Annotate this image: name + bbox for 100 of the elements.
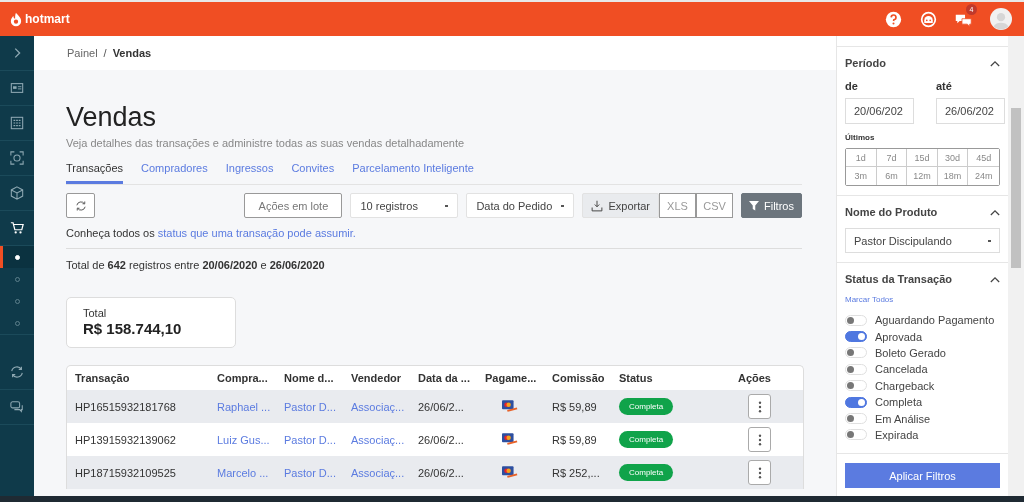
records-summary: Total de 642 registros entre 20/06/2020 e 26/06/2020 <box>66 259 326 271</box>
column-header[interactable]: Ações <box>719 372 771 384</box>
section-title: Período <box>845 57 886 69</box>
seller-link[interactable]: Associaç... <box>351 433 418 446</box>
export-format-button[interactable]: CSV <box>696 193 733 218</box>
section-title: Status da Transação <box>845 273 952 285</box>
column-header[interactable]: Transação <box>75 372 217 384</box>
column-header[interactable]: Nome d... <box>284 372 351 384</box>
tab[interactable]: Parcelamento Inteligente <box>352 160 474 184</box>
column-header[interactable]: Compra... <box>217 372 284 384</box>
credit-card-icon <box>501 400 518 413</box>
option-label: Aprovada <box>875 330 923 343</box>
credit-card-icon <box>501 433 518 446</box>
range-button[interactable]: 30d <box>937 149 969 167</box>
refresh-icon <box>10 365 24 379</box>
filters-button[interactable]: Filtros <box>741 193 802 218</box>
total-value: R$ 158.744,10 <box>83 320 183 337</box>
column-header[interactable]: Status <box>619 372 719 384</box>
credit-card-icon <box>501 466 518 479</box>
range-button[interactable]: 45d <box>968 149 999 167</box>
scrollbar[interactable] <box>1008 36 1024 496</box>
breadcrumb-separator: / <box>103 47 107 59</box>
option-label: Chargeback <box>875 379 935 392</box>
buyer-link[interactable]: Raphael ... <box>217 400 284 413</box>
range-button[interactable]: 1d <box>846 149 877 167</box>
buyer-link[interactable]: Luiz Gus... <box>217 433 284 446</box>
more-actions-button[interactable] <box>748 460 771 485</box>
table-cell-text: R$ 252,... <box>552 466 601 479</box>
cube-icon <box>10 186 24 200</box>
export-button[interactable]: Exportar <box>582 193 659 218</box>
product-select[interactable]: Pastor Discipulando <box>845 228 1000 253</box>
filter-icon <box>749 200 759 211</box>
range-button[interactable]: 15d <box>907 149 938 167</box>
kebab-icon <box>757 466 762 479</box>
grid-icon <box>10 116 24 130</box>
tab[interactable]: Transações <box>66 160 124 184</box>
product-link[interactable]: Pastor D... <box>284 433 351 446</box>
kebab-icon <box>757 433 762 446</box>
column-header[interactable]: Comissão <box>552 372 619 384</box>
support-icon[interactable] <box>920 10 937 28</box>
table-cell-text: 26/06/2... <box>418 400 465 413</box>
avatar-icon[interactable] <box>990 8 1012 30</box>
status-badge: Completa <box>619 464 674 481</box>
brand-logo[interactable]: hotmart <box>10 11 70 27</box>
chat-icon <box>10 400 24 414</box>
table-cell-text: HP13915932139062 <box>75 433 177 446</box>
column-header[interactable]: Data da ... <box>418 372 485 384</box>
toggle-switch[interactable] <box>845 396 867 408</box>
date-type-select[interactable]: Data do Pedido <box>466 193 575 218</box>
option-label: Em Análise <box>875 412 931 425</box>
collapse-icon[interactable] <box>990 208 1000 216</box>
tab[interactable]: Compradores <box>141 160 208 184</box>
field-label: até <box>936 80 953 92</box>
range-button[interactable]: 3m <box>846 167 877 185</box>
scan-icon <box>10 151 24 165</box>
records-select[interactable]: 10 registros <box>350 193 459 218</box>
seller-link[interactable]: Associaç... <box>351 466 418 479</box>
option-label: Expirada <box>875 428 919 441</box>
apply-filters-button[interactable]: Aplicar Filtros <box>845 463 1000 488</box>
collapse-icon[interactable] <box>990 59 1000 67</box>
range-button[interactable]: 7d <box>876 149 908 167</box>
download-icon <box>591 199 604 212</box>
more-actions-button[interactable] <box>748 394 771 419</box>
batch-actions-button[interactable]: Ações em lote <box>244 193 343 218</box>
page-title: Vendas <box>66 102 158 133</box>
option-label: Aguardando Pagamento <box>875 314 995 327</box>
collapse-icon[interactable] <box>990 275 1000 283</box>
product-link[interactable]: Pastor D... <box>284 466 351 479</box>
sidebar-item[interactable] <box>0 246 34 268</box>
status-link[interactable]: status que uma transação pode assumir. <box>157 227 356 239</box>
field-label: Últimos <box>845 133 876 142</box>
refresh-icon <box>74 199 87 212</box>
buyer-link[interactable]: Marcelo ... <box>217 466 284 479</box>
end-date-field[interactable]: 26/06/202 <box>936 98 1005 124</box>
toggle-switch[interactable] <box>845 331 867 343</box>
breadcrumb-link[interactable]: Painel <box>67 47 98 59</box>
more-actions-button[interactable] <box>748 427 771 452</box>
table-cell-text: HP16515932181768 <box>75 400 177 413</box>
table-cell-text: HP18715932109525 <box>75 466 177 479</box>
start-date-field[interactable]: 20/06/202 <box>845 98 914 124</box>
column-header[interactable]: Vendedor <box>351 372 418 384</box>
caret-icon <box>445 204 449 207</box>
select-all-link[interactable]: Marcar Todos <box>845 295 894 304</box>
status-badge: Completa <box>619 431 674 448</box>
caret-icon <box>988 239 991 242</box>
status-badge: Completa <box>619 398 674 415</box>
breadcrumb-current: Vendas <box>112 47 152 59</box>
tab[interactable]: Ingressos <box>225 160 274 184</box>
caret-icon <box>561 204 565 207</box>
table-cell-text: 26/06/2... <box>418 433 465 446</box>
tab[interactable]: Convites <box>291 160 335 184</box>
seller-link[interactable]: Associaç... <box>351 400 418 413</box>
help-icon[interactable] <box>885 10 902 28</box>
option-label: Completa <box>875 396 923 409</box>
product-link[interactable]: Pastor D... <box>284 400 351 413</box>
export-format-button[interactable]: XLS <box>659 193 696 218</box>
column-header[interactable]: Pagame... <box>485 372 552 384</box>
refresh-button[interactable] <box>66 193 95 218</box>
status-info-text: Conheça todos os <box>66 227 155 239</box>
section-title: Nome do Produto <box>845 206 938 218</box>
